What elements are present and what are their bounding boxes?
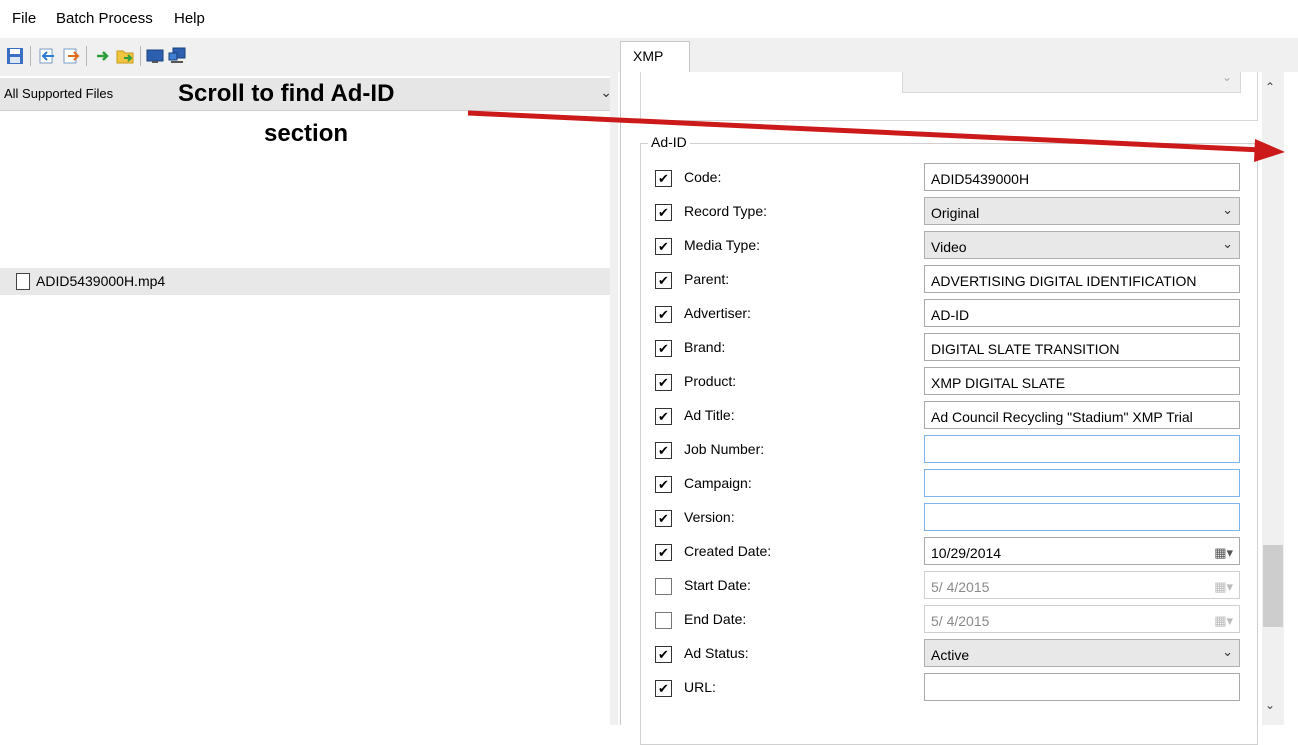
- row-checkbox[interactable]: [655, 612, 672, 629]
- row-label: Code:: [684, 169, 722, 185]
- row-value: Ad Council Recycling "Stadium" XMP Trial: [931, 409, 1193, 425]
- monitor-icon[interactable]: [146, 47, 164, 65]
- row-text-field[interactable]: ADID5439000H: [924, 163, 1240, 191]
- row-checkbox[interactable]: ✔: [655, 306, 672, 323]
- row-dropdown[interactable]: Active ⌄: [924, 639, 1240, 667]
- go-arrow-icon[interactable]: [94, 47, 112, 65]
- row-date-picker[interactable]: 10/29/2014 ▦▾: [924, 537, 1240, 565]
- row-text-field[interactable]: DIGITAL SLATE TRANSITION: [924, 333, 1240, 361]
- row-checkbox[interactable]: ✔: [655, 476, 672, 493]
- row-date-picker[interactable]: 5/ 4/2015 ▦▾: [924, 571, 1240, 599]
- row-label: Record Type:: [684, 203, 768, 219]
- toolbar-separator: [30, 46, 31, 66]
- row-dropdown[interactable]: Original ⌄: [924, 197, 1240, 225]
- row-checkbox[interactable]: ✔: [655, 272, 672, 289]
- row-checkbox[interactable]: ✔: [655, 646, 672, 663]
- row-label: Version:: [684, 509, 735, 525]
- scroll-up-icon[interactable]: ⌃: [1265, 80, 1275, 94]
- scrollbar-thumb[interactable]: [1263, 545, 1283, 627]
- row-checkbox[interactable]: ✔: [655, 510, 672, 527]
- chevron-down-icon: ⌄: [1222, 236, 1233, 251]
- row-value: Active: [931, 647, 970, 663]
- row-value: 5/ 4/2015: [931, 579, 990, 595]
- menu-bar: File Batch Process Help: [0, 0, 1298, 38]
- row-value: 10/29/2014: [931, 545, 1002, 561]
- calendar-icon[interactable]: ▦▾: [1214, 613, 1233, 629]
- row-checkbox[interactable]: ✔: [655, 680, 672, 697]
- pane-splitter[interactable]: [610, 38, 618, 725]
- row-text-field[interactable]: [924, 435, 1240, 463]
- toolbar: [0, 38, 616, 76]
- annotation-line-2: section: [264, 120, 349, 147]
- open-folder-icon[interactable]: [116, 47, 134, 65]
- row-value: DIGITAL SLATE TRANSITION: [931, 341, 1120, 357]
- row-label: Product:: [684, 373, 737, 389]
- row-label: Advertiser:: [684, 305, 751, 321]
- menu-help[interactable]: Help: [174, 10, 205, 27]
- row-text-field[interactable]: AD-ID: [924, 299, 1240, 327]
- row-text-field[interactable]: [924, 503, 1240, 531]
- row-checkbox[interactable]: ✔: [655, 238, 672, 255]
- row-checkbox[interactable]: ✔: [655, 340, 672, 357]
- row-label: Media Type:: [684, 237, 761, 253]
- row-value: 5/ 4/2015: [931, 613, 990, 629]
- row-value: AD-ID: [931, 307, 970, 323]
- row-value: XMP DIGITAL SLATE: [931, 375, 1066, 391]
- row-checkbox[interactable]: ✔: [655, 204, 672, 221]
- row-checkbox[interactable]: [655, 578, 672, 595]
- tab-xmp-label: XMP: [633, 48, 664, 64]
- row-label: Job Number:: [684, 441, 765, 457]
- file-icon: [16, 273, 30, 290]
- ad-id-group-label: Ad-ID: [648, 134, 690, 150]
- toolbar-separator: [140, 46, 141, 66]
- save-icon[interactable]: [6, 47, 24, 65]
- row-checkbox[interactable]: ✔: [655, 442, 672, 459]
- import-icon[interactable]: [38, 47, 56, 65]
- calendar-icon[interactable]: ▦▾: [1214, 545, 1233, 561]
- row-text-field[interactable]: [924, 673, 1240, 701]
- file-type-filter-value: All Supported Files: [4, 86, 114, 101]
- row-text-field[interactable]: [924, 469, 1240, 497]
- row-label: Campaign:: [684, 475, 752, 491]
- chevron-down-icon: ⌄: [1222, 202, 1233, 217]
- row-value: Video: [931, 239, 967, 255]
- tab-strip: [618, 38, 1298, 72]
- row-checkbox[interactable]: ✔: [655, 170, 672, 187]
- row-text-field[interactable]: Ad Council Recycling "Stadium" XMP Trial: [924, 401, 1240, 429]
- scrollbar[interactable]: [1262, 72, 1284, 725]
- annotation-line-1: Scroll to find Ad-ID: [178, 80, 395, 107]
- row-value: ADVERTISING DIGITAL IDENTIFICATION: [931, 273, 1197, 289]
- tab-xmp[interactable]: XMP: [620, 41, 690, 74]
- row-value: Original: [931, 205, 980, 221]
- export-icon[interactable]: [62, 47, 80, 65]
- row-checkbox[interactable]: ✔: [655, 544, 672, 561]
- row-label: Ad Title:: [684, 407, 735, 423]
- row-label: Brand:: [684, 339, 726, 355]
- network-icon[interactable]: [168, 47, 186, 65]
- calendar-icon[interactable]: ▦▾: [1214, 579, 1233, 595]
- chevron-down-icon: ⌄: [1222, 644, 1233, 659]
- row-value: ADID5439000H: [931, 171, 1030, 187]
- row-label: End Date:: [684, 611, 747, 627]
- row-date-picker[interactable]: 5/ 4/2015 ▦▾: [924, 605, 1240, 633]
- row-text-field[interactable]: XMP DIGITAL SLATE: [924, 367, 1240, 395]
- previous-section-dropdown[interactable]: [902, 72, 1241, 93]
- row-label: Created Date:: [684, 543, 772, 559]
- file-name: ADID5439000H.mp4: [36, 273, 166, 289]
- menu-batch-process[interactable]: Batch Process: [56, 10, 153, 27]
- chevron-down-icon: ⌄: [1222, 70, 1233, 84]
- row-label: URL:: [684, 679, 716, 695]
- row-label: Start Date:: [684, 577, 751, 593]
- toolbar-separator: [86, 46, 87, 66]
- file-list-item[interactable]: ADID5439000H.mp4: [0, 268, 616, 295]
- row-label: Parent:: [684, 271, 730, 287]
- row-checkbox[interactable]: ✔: [655, 408, 672, 425]
- row-checkbox[interactable]: ✔: [655, 374, 672, 391]
- row-text-field[interactable]: ADVERTISING DIGITAL IDENTIFICATION: [924, 265, 1240, 293]
- scroll-down-icon[interactable]: ⌄: [1265, 698, 1275, 712]
- row-label: Ad Status:: [684, 645, 749, 661]
- menu-file[interactable]: File: [12, 10, 36, 27]
- row-dropdown[interactable]: Video ⌄: [924, 231, 1240, 259]
